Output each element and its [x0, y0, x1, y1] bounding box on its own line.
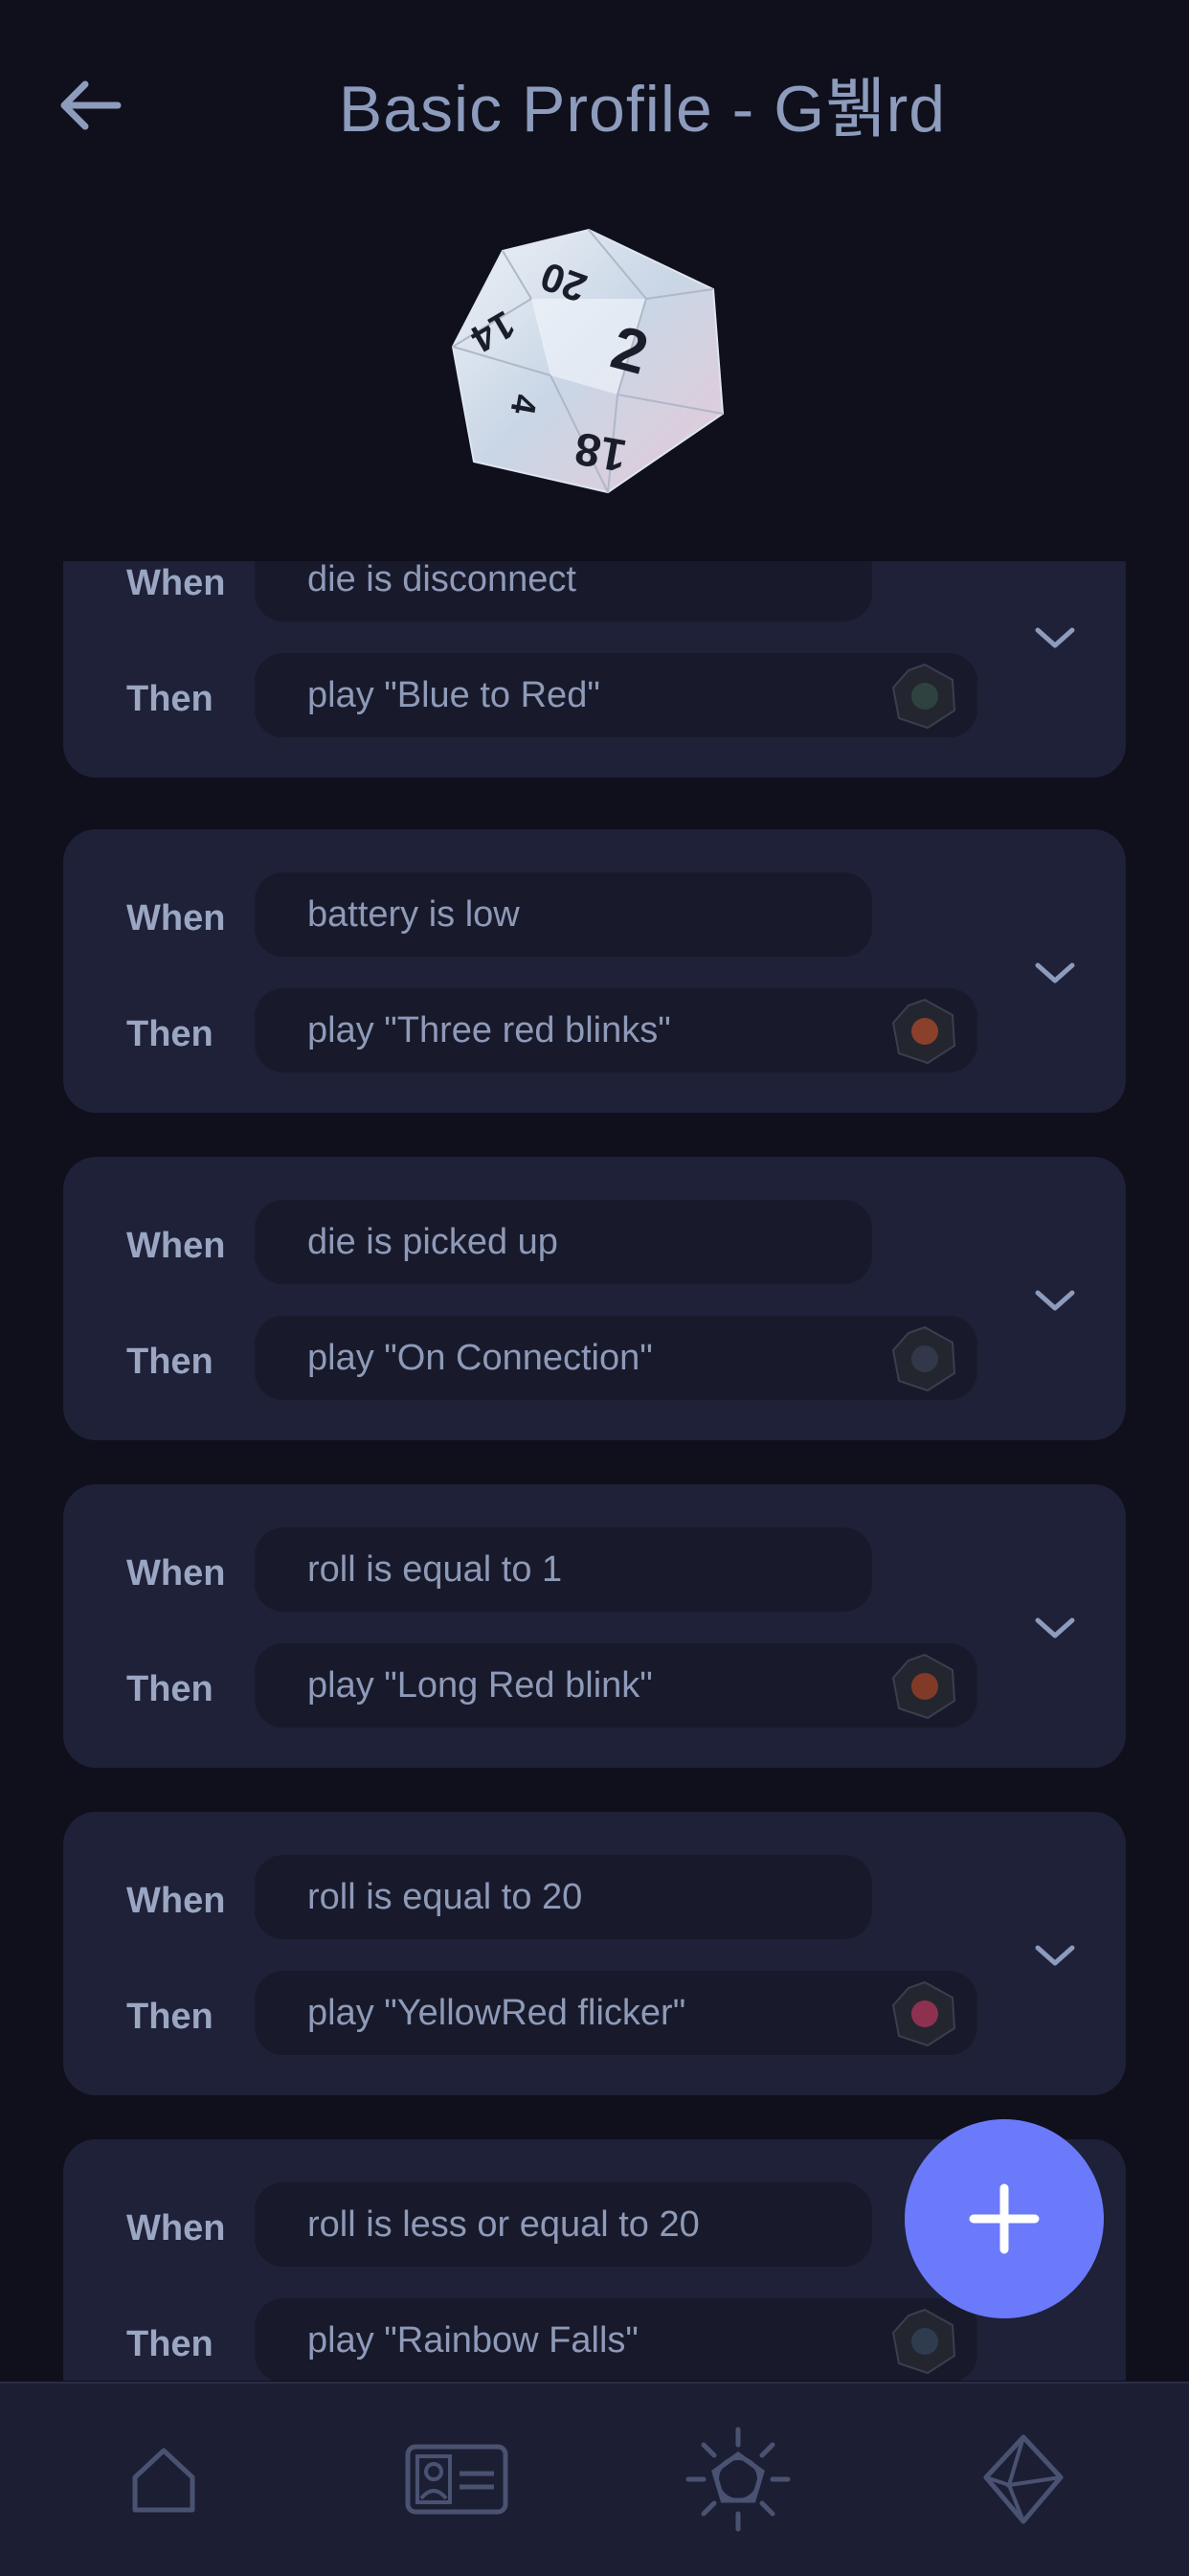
animation-preview-die-icon: [891, 1980, 956, 2047]
rule-card[interactable]: When roll is equal to 20 Then play "YellowR…: [63, 1812, 1126, 2095]
then-label: Then: [126, 679, 213, 719]
condition-field[interactable]: die is disconnect: [255, 561, 872, 621]
rule-card[interactable]: When die is disconnect Then play "Blue to R…: [63, 561, 1126, 778]
then-label: Then: [126, 1342, 213, 1382]
nav-dice[interactable]: [961, 2422, 1086, 2537]
chevron-down-icon[interactable]: [1026, 1927, 1084, 1984]
svg-text:18: 18: [572, 422, 631, 481]
bottom-nav: [0, 2382, 1189, 2576]
rule-card[interactable]: When battery is low Then play "Three red bl…: [63, 829, 1126, 1113]
nav-animations[interactable]: [676, 2422, 800, 2537]
condition-field[interactable]: roll is equal to 20: [255, 1855, 872, 1939]
chevron-down-icon[interactable]: [1026, 944, 1084, 1002]
condition-text: roll is equal to 20: [307, 1876, 583, 1917]
when-label: When: [126, 1226, 226, 1266]
rule-card[interactable]: When die is picked up Then play "On Connect…: [63, 1157, 1126, 1440]
chevron-down-icon[interactable]: [1026, 1599, 1084, 1657]
nav-profiles[interactable]: [394, 2422, 519, 2537]
back-button[interactable]: [48, 62, 134, 148]
profile-card-icon: [405, 2444, 508, 2515]
chevron-down-icon[interactable]: [1026, 1272, 1084, 1329]
condition-field[interactable]: die is picked up: [255, 1200, 872, 1284]
plus-icon: [969, 2183, 1040, 2254]
condition-text: die is picked up: [307, 1221, 558, 1262]
animation-preview-die-icon: [891, 2308, 956, 2375]
rules-list[interactable]: When die is disconnect Then play "Blue to R…: [0, 561, 1189, 2381]
action-field[interactable]: play "Blue to Red": [255, 653, 977, 737]
action-text: play "YellowRed flicker": [307, 1992, 686, 2033]
die-image: 2 18 20 14 4: [445, 222, 732, 500]
action-text: play "Long Red blink": [307, 1664, 653, 1706]
chevron-down-icon[interactable]: [1026, 609, 1084, 667]
action-field[interactable]: play "On Connection": [255, 1316, 977, 1400]
page-title: Basic Profile - G뷁rd: [338, 73, 947, 146]
condition-text: roll is equal to 1: [307, 1548, 563, 1590]
dice-icon: [983, 2434, 1064, 2524]
condition-text: battery is low: [307, 893, 520, 935]
then-label: Then: [126, 1014, 213, 1054]
action-text: play "On Connection": [307, 1337, 653, 1378]
action-text: play "Blue to Red": [307, 674, 600, 715]
nav-home[interactable]: [101, 2422, 226, 2537]
arrow-left-icon: [60, 80, 122, 130]
rule-card[interactable]: When roll is equal to 1 Then play "Long Red…: [63, 1484, 1126, 1768]
animation-preview-die-icon: [891, 1325, 956, 1392]
when-label: When: [126, 563, 226, 603]
when-label: When: [126, 1881, 226, 1921]
animation-icon: [685, 2427, 791, 2532]
header: Basic Profile - G뷁rd: [0, 0, 1189, 201]
animation-preview-die-icon: [891, 998, 956, 1065]
action-field[interactable]: play "Long Red blink": [255, 1643, 977, 1728]
condition-field[interactable]: roll is less or equal to 20: [255, 2182, 872, 2267]
condition-text: roll is less or equal to 20: [307, 2203, 700, 2245]
action-field[interactable]: play "Three red blinks": [255, 988, 977, 1073]
action-text: play "Rainbow Falls": [307, 2319, 639, 2361]
then-label: Then: [126, 1997, 213, 2037]
animation-preview-die-icon: [891, 1653, 956, 1720]
animation-preview-die-icon: [891, 663, 956, 730]
condition-field[interactable]: battery is low: [255, 872, 872, 957]
when-label: When: [126, 1553, 226, 1593]
then-label: Then: [126, 1669, 213, 1709]
action-text: play "Three red blinks": [307, 1009, 671, 1051]
when-label: When: [126, 898, 226, 938]
condition-field[interactable]: roll is equal to 1: [255, 1527, 872, 1612]
add-rule-button[interactable]: [905, 2119, 1104, 2318]
action-field[interactable]: play "YellowRed flicker": [255, 1971, 977, 2055]
action-field[interactable]: play "Rainbow Falls": [255, 2298, 977, 2381]
condition-text: die is disconnect: [307, 561, 576, 599]
when-label: When: [126, 2208, 226, 2248]
home-icon: [132, 2448, 195, 2513]
then-label: Then: [126, 2324, 213, 2364]
